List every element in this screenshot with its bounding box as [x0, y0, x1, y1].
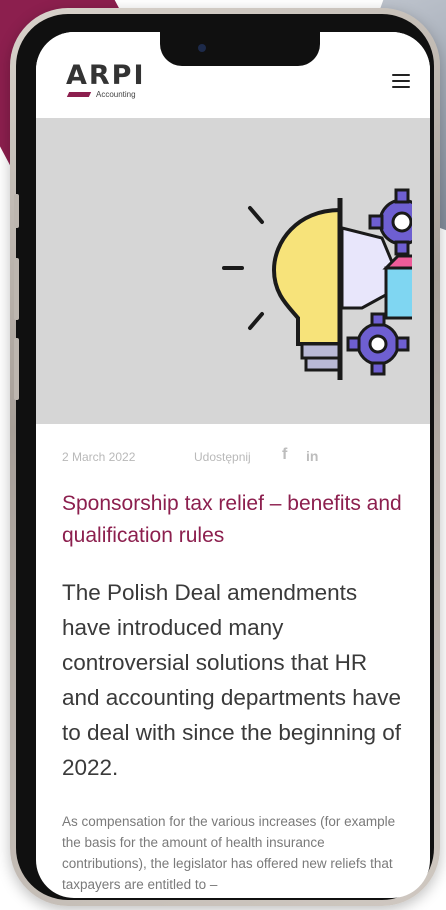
- phone-side-button: [14, 194, 19, 228]
- logo-accent-bar: [66, 92, 92, 97]
- phone-side-button: [14, 258, 19, 320]
- lightbulb-gears-illustration: [222, 188, 412, 380]
- hamburger-menu-icon[interactable]: [392, 74, 410, 88]
- facebook-icon[interactable]: f: [282, 446, 287, 464]
- phone-frame: ARPI Accounting 2 March 2022 Udostępnij …: [10, 8, 440, 906]
- hero-image: [36, 118, 430, 424]
- phone-screen: ARPI Accounting 2 March 2022 Udostępnij …: [36, 32, 430, 898]
- linkedin-icon[interactable]: in: [306, 448, 318, 464]
- camera-icon: [198, 44, 206, 52]
- logo-text: ARPI: [66, 60, 146, 91]
- article-title: Sponsorship tax relief – benefits and qu…: [62, 492, 402, 547]
- logo-subtitle: Accounting: [96, 90, 136, 99]
- share-label: Udostępnij: [194, 450, 251, 464]
- article-date: 2 March 2022: [62, 450, 136, 464]
- logo[interactable]: ARPI Accounting: [66, 62, 176, 112]
- article-meta: 2 March 2022 Udostępnij f in: [62, 446, 422, 468]
- phone-side-button: [14, 338, 19, 400]
- phone-notch: [160, 32, 320, 66]
- article-lead: The Polish Deal amendments have introduc…: [62, 580, 401, 780]
- article-body: As compensation for the various increase…: [62, 814, 396, 892]
